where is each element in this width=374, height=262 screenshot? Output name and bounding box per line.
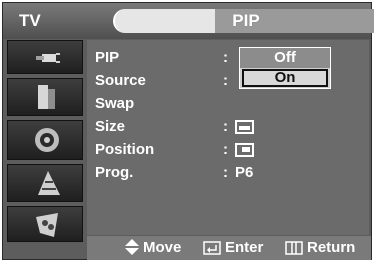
pip-dropdown[interactable]: Off On [239,47,331,89]
sidebar [7,40,85,242]
title-pill: PIP [113,9,374,33]
channel-icon [38,85,55,109]
menu-label: PIP [95,49,120,66]
sidebar-item-picture[interactable] [7,78,83,116]
position-icon [235,143,254,157]
prog-value: P6 [235,164,254,181]
enter-hint: Enter [203,239,263,256]
menu-label: Prog. [95,164,134,181]
page-title: PIP [232,11,260,30]
move-hint: Move [125,239,181,256]
setup-icon [38,171,60,195]
input-icon [36,213,58,237]
menu-label: Source [95,72,146,89]
menu-label: Position [95,141,155,158]
sidebar-item-input[interactable] [7,40,83,74]
sidebar-item-channel[interactable] [7,164,83,202]
menu-label: Swap [95,95,135,112]
tv-osd-window: TV PIP PIP: Source: Swap Size: Positi… [2,2,374,260]
connector-icon [36,53,60,63]
size-icon [235,120,254,134]
up-down-arrow-icon [125,239,139,255]
menu-label: Size [95,118,126,135]
sound-icon [35,128,59,152]
enter-icon [203,241,221,255]
option-off[interactable]: Off [240,48,330,68]
return-hint: Return [285,239,355,256]
header-bar: TV PIP [3,3,374,39]
tv-label: TV [19,11,41,30]
option-on-selected[interactable]: On [242,69,328,87]
footer-bar: Move Enter Return [87,236,371,260]
sidebar-item-sound[interactable] [7,120,83,160]
return-icon [285,241,303,255]
sidebar-item-setup[interactable] [7,206,83,242]
